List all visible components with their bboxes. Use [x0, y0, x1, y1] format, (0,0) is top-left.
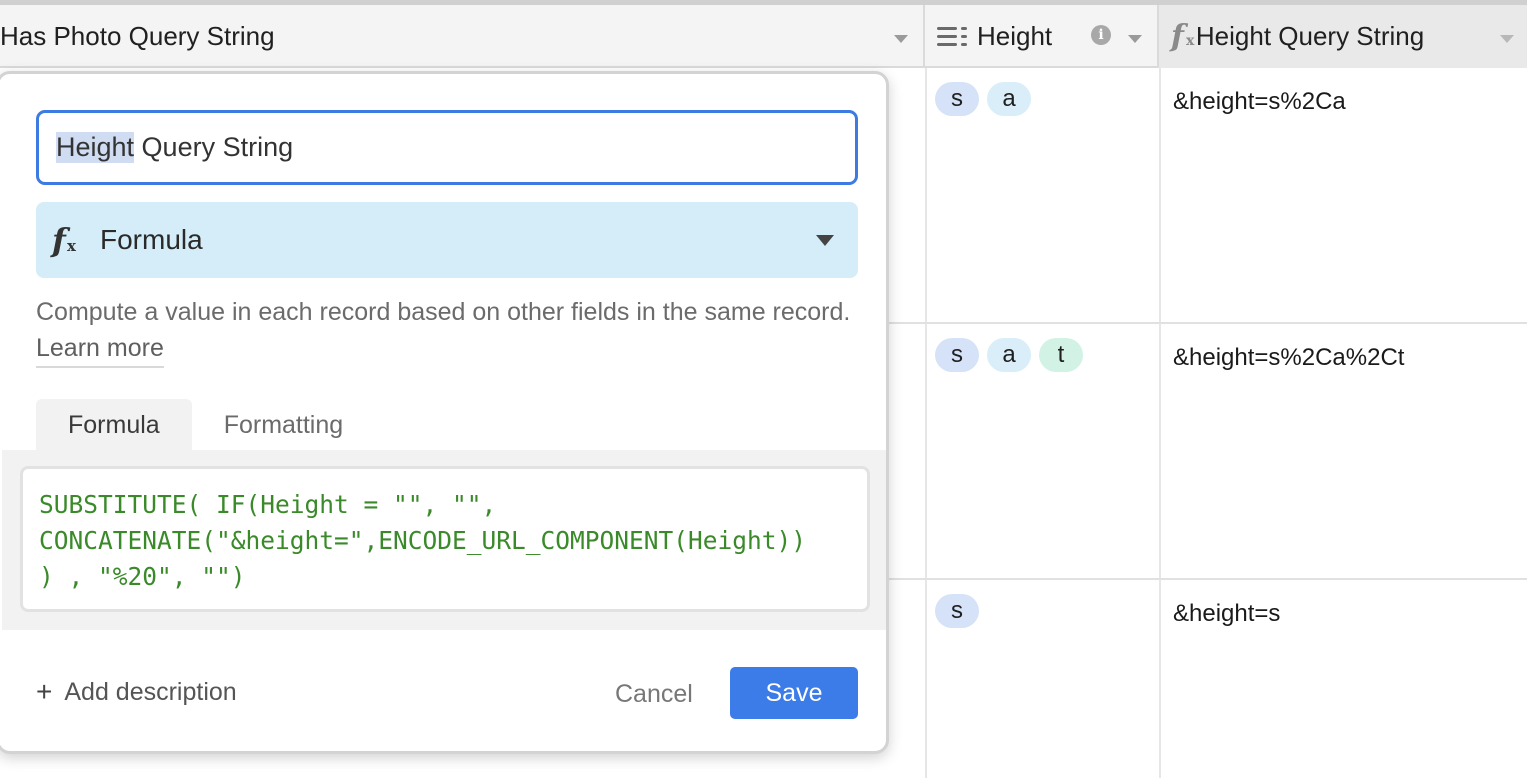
- tag-pill: a: [987, 82, 1031, 116]
- height-cell[interactable]: s: [935, 594, 979, 628]
- field-name-text: Query String: [134, 132, 294, 162]
- formula-editor[interactable]: SUBSTITUTE( IF(Height = "", "", CONCATEN…: [20, 466, 870, 612]
- formula-icon: fx: [52, 221, 76, 259]
- field-name-input[interactable]: Height Query String: [36, 110, 858, 185]
- tag-pill: s: [935, 338, 979, 372]
- tag-pill: a: [987, 338, 1031, 372]
- field-type-description: Compute a value in each record based on …: [36, 294, 856, 368]
- formula-editor-container: SUBSTITUTE( IF(Height = "", "", CONCATEN…: [2, 450, 886, 630]
- query-string-cell[interactable]: &height=s%2Ca: [1173, 88, 1346, 116]
- config-tabs: Formula Formatting: [36, 399, 375, 451]
- chevron-down-icon[interactable]: [1500, 35, 1514, 43]
- cancel-button[interactable]: Cancel: [615, 680, 693, 709]
- field-name-selected-text: Height: [56, 132, 135, 163]
- field-config-popup: Height Query String fx Formula Compute a…: [0, 71, 889, 754]
- add-description-label: Add description: [64, 677, 237, 706]
- tab-formatting[interactable]: Formatting: [192, 399, 375, 451]
- plus-icon: +: [36, 676, 53, 707]
- save-button[interactable]: Save: [730, 667, 858, 719]
- tab-formula[interactable]: Formula: [36, 399, 192, 451]
- height-cell[interactable]: s a: [935, 82, 1031, 116]
- info-icon[interactable]: i: [1091, 25, 1111, 45]
- column-header-label: Height: [977, 21, 1053, 51]
- learn-more-link[interactable]: Learn more: [36, 334, 164, 368]
- grid-header: Has Photo Query String Height i fx Heigh…: [0, 5, 1527, 68]
- column-header-has-photo-query-string[interactable]: Has Photo Query String: [0, 5, 925, 68]
- formula-icon: fx: [1171, 19, 1195, 54]
- query-string-cell[interactable]: &height=s%2Ca%2Ct: [1173, 344, 1404, 372]
- description-text: Compute a value in each record based on …: [36, 298, 851, 326]
- tag-pill: t: [1039, 338, 1083, 372]
- query-string-cell[interactable]: &height=s: [1173, 600, 1280, 628]
- chevron-down-icon[interactable]: [894, 35, 908, 43]
- tag-pill: s: [935, 594, 979, 628]
- multi-select-icon: [937, 24, 967, 50]
- field-type-select[interactable]: fx Formula: [36, 202, 858, 278]
- add-description-button[interactable]: + Add description: [36, 676, 237, 708]
- height-cell[interactable]: s a t: [935, 338, 1083, 372]
- column-header-height[interactable]: Height i: [925, 5, 1159, 68]
- field-type-label: Formula: [100, 224, 203, 255]
- tag-pill: s: [935, 82, 979, 116]
- chevron-down-icon: [816, 235, 834, 246]
- column-header-label: Has Photo Query String: [0, 21, 275, 51]
- column-header-label: Height Query String: [1195, 21, 1425, 51]
- chevron-down-icon[interactable]: [1128, 35, 1142, 43]
- column-header-height-query-string[interactable]: fx Height Query String: [1159, 5, 1527, 68]
